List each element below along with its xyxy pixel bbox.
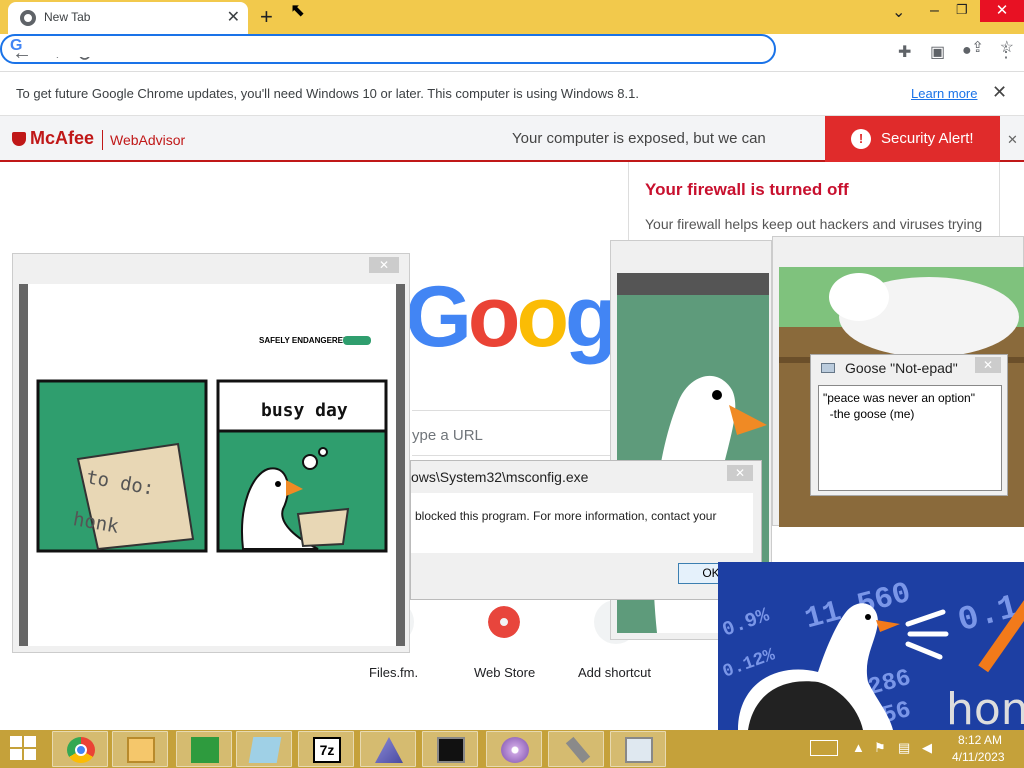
shortcut-web-store[interactable]: [474, 600, 534, 644]
dialog-message: blocked this program. For more informati…: [415, 509, 717, 523]
security-alert-label: Security Alert!: [881, 130, 974, 147]
taskbar-file-explorer[interactable]: [112, 731, 168, 767]
mouse-cursor-icon: ⬉: [290, 0, 306, 20]
address-bar[interactable]: G ⇪ ☆: [0, 34, 1014, 64]
side-panel-icon[interactable]: ▣: [930, 42, 945, 62]
notepad-icon: [821, 363, 835, 373]
tool-icon: [565, 736, 591, 764]
shortcut-label: Web Store: [474, 665, 536, 680]
comic-brand: SAFELY ENDANGERED: [259, 336, 349, 345]
stocks-goose-image[interactable]: 11.560 0.9% 0.12% 286 156 0.1 honk: [718, 562, 1024, 730]
clock-time[interactable]: 8:12 AM: [958, 733, 1002, 747]
network-icon[interactable]: ▤: [898, 740, 910, 756]
exposed-message[interactable]: Your computer is exposed, but we can: [512, 130, 766, 147]
window-close-button[interactable]: ✕: [980, 0, 1024, 22]
profile-avatar-icon[interactable]: ●: [962, 42, 972, 60]
taskbar-tool[interactable]: [548, 731, 604, 767]
dialog-body: blocked this program. For more informati…: [411, 493, 753, 553]
comic-close-button[interactable]: ✕: [369, 257, 399, 273]
address-input[interactable]: [32, 37, 712, 57]
file-explorer-icon: [127, 737, 155, 763]
restore-icon[interactable]: ❐: [956, 2, 968, 18]
google-g-icon: G: [10, 37, 23, 54]
app-icon: [375, 737, 403, 763]
store-icon: [191, 737, 219, 763]
monitor-icon: [625, 737, 653, 763]
tab-new-tab[interactable]: New Tab ✕: [8, 2, 248, 34]
notepad-close-button[interactable]: ✕: [975, 357, 1001, 373]
taskbar-notepad[interactable]: [236, 731, 292, 767]
learn-more-link[interactable]: Learn more: [911, 86, 977, 101]
tab-title: New Tab: [44, 10, 91, 24]
notepad-text-area[interactable]: "peace was never an option" -the goose (…: [818, 385, 1002, 491]
taskbar-store[interactable]: [176, 731, 232, 767]
infobar-close-icon[interactable]: ✕: [992, 82, 1007, 103]
taskbar-7zip[interactable]: 7z: [298, 731, 354, 767]
extensions-icon[interactable]: ✚: [898, 42, 911, 62]
action-center-flag-icon[interactable]: ⚑: [874, 740, 886, 756]
msconfig-blocked-dialog[interactable]: ows\System32\msconfig.exe ✕ blocked this…: [410, 460, 762, 600]
clock-date[interactable]: 4/11/2023: [952, 750, 1005, 764]
dialog-title: ows\System32\msconfig.exe: [411, 469, 589, 485]
update-infobar: To get future Google Chrome updates, you…: [0, 72, 1024, 116]
volume-muted-icon[interactable]: ◀: [922, 740, 932, 756]
dvd-icon: [501, 737, 529, 763]
honk-watermark: honk: [946, 684, 1024, 730]
infobar-message: To get future Google Chrome updates, you…: [16, 86, 639, 101]
mcafee-shield-icon: [12, 132, 26, 146]
notepad-icon: [248, 737, 282, 763]
webadvisor-label: WebAdvisor: [110, 132, 186, 148]
dialog-close-button[interactable]: ✕: [727, 465, 753, 481]
comic-brand-badge: [343, 336, 371, 345]
mcafee-webadvisor-bar: McAfee WebAdvisor Your computer is expos…: [0, 116, 1024, 162]
security-alert-button[interactable]: ! Security Alert!: [825, 116, 1000, 162]
menu-kebab-icon[interactable]: ⋮: [998, 42, 1014, 62]
tab-search-icon[interactable]: ⌄: [892, 2, 905, 22]
share-icon[interactable]: ⇪: [971, 38, 984, 56]
shortcut-label: Add shortcut: [578, 665, 651, 680]
desktop-screen: New Tab ✕ + ⬉ ⌄ – ❐ ✕ ← → ↻ G ⇪ ☆ ✚ ▣ ● …: [0, 0, 1024, 768]
cmd-icon: [437, 737, 465, 763]
taskbar-cmd[interactable]: [422, 731, 478, 767]
search-placeholder: ype a URL: [412, 427, 483, 444]
firewall-heading: Your firewall is turned off: [645, 180, 849, 199]
divider: [102, 130, 103, 150]
alert-icon: !: [851, 129, 871, 149]
shortcut-label: Files.fm.: [369, 665, 419, 680]
chrome-icon: [20, 10, 36, 26]
close-tab-icon[interactable]: ✕: [227, 7, 240, 27]
7zip-icon: 7z: [313, 737, 341, 763]
new-tab-button[interactable]: +: [260, 4, 273, 30]
taskbar-app[interactable]: [360, 731, 416, 767]
touch-keyboard-icon[interactable]: [810, 740, 838, 756]
goose-comic-window[interactable]: ✕ SAFELY ENDANGERED to do: honk busy day: [12, 253, 410, 653]
show-hidden-icons-icon[interactable]: ▲: [852, 740, 865, 755]
firewall-body: Your firewall helps keep out hackers and…: [645, 216, 983, 232]
taskbar-chrome[interactable]: [52, 731, 108, 767]
browser-toolbar: ← → ↻ G ⇪ ☆: [0, 34, 1024, 72]
start-button[interactable]: [10, 736, 38, 760]
taskbar-monitor[interactable]: [610, 731, 666, 767]
minimize-icon[interactable]: –: [930, 2, 939, 20]
mcafee-close-icon[interactable]: ✕: [1007, 132, 1018, 148]
google-search-box[interactable]: ype a URL: [412, 410, 612, 456]
taskbar-dvd[interactable]: [486, 731, 542, 767]
mcafee-brand: McAfee: [30, 128, 95, 148]
notepad-title: Goose "Not-epad": [845, 360, 958, 376]
goose-notepad-window[interactable]: Goose "Not-epad" ✕ "peace was never an o…: [810, 354, 1008, 496]
comic-busy-day-text: busy day: [261, 400, 348, 421]
